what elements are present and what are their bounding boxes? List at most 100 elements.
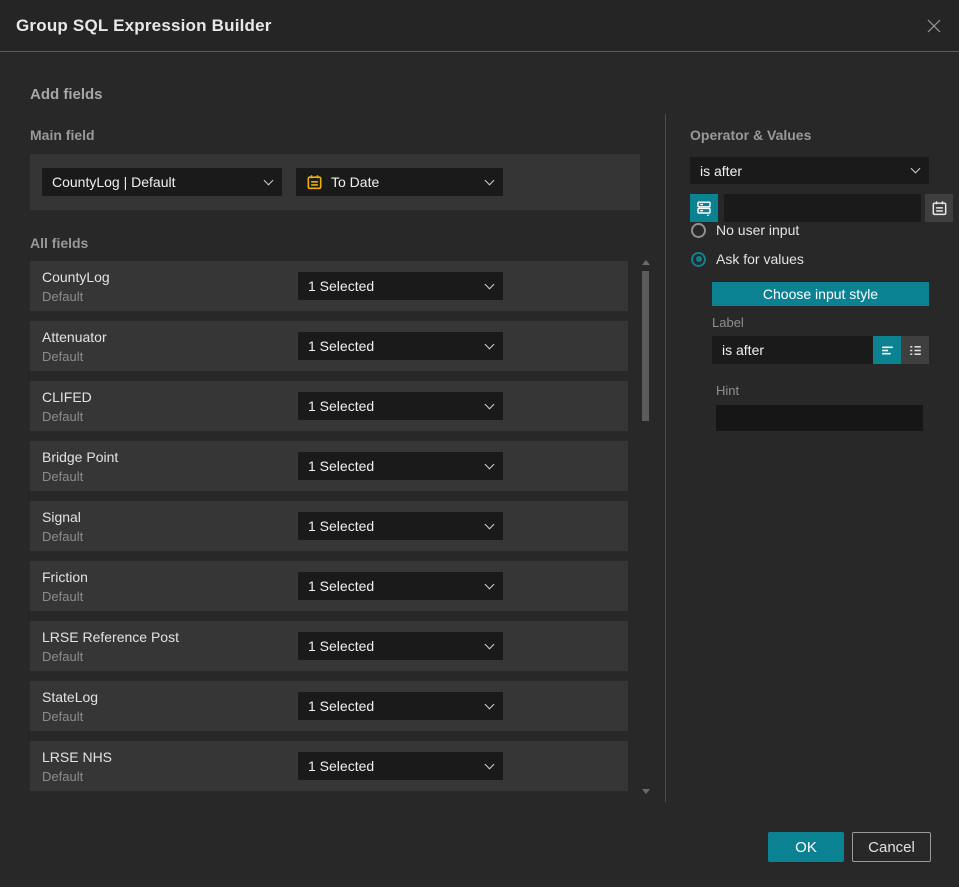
scroll-up-arrow-icon[interactable] (642, 260, 650, 265)
all-fields-label: All fields (30, 235, 89, 251)
field-selection-select[interactable]: 1 Selected (298, 632, 503, 660)
field-row: CLIFED Default 1 Selected (30, 381, 628, 431)
label-field-label: Label (712, 315, 744, 330)
operator-values-panel: Operator & Values is after No user input… (690, 120, 953, 431)
field-selection-select[interactable]: 1 Selected (298, 752, 503, 780)
field-selection-value: 1 Selected (308, 338, 375, 354)
field-row: Bridge Point Default 1 Selected (30, 441, 628, 491)
input-style-list-button[interactable] (901, 336, 929, 364)
field-row: Signal Default 1 Selected (30, 501, 628, 551)
field-name: StateLog (42, 689, 99, 705)
field-selection-select[interactable]: 1 Selected (298, 272, 503, 300)
chevron-down-icon (484, 519, 495, 529)
main-field-select-value: CountyLog | Default (52, 174, 176, 190)
choose-input-style-button[interactable]: Choose input style (712, 282, 929, 306)
field-name: Bridge Point (42, 449, 119, 465)
field-source: Default (42, 469, 84, 484)
operator-select-value: is after (700, 162, 743, 179)
ok-button[interactable]: OK (768, 832, 844, 862)
radio-label: Ask for values (716, 251, 804, 267)
field-name: LRSE NHS (42, 749, 113, 765)
radio-button-icon[interactable] (691, 251, 706, 267)
chevron-down-icon (484, 579, 495, 589)
date-option-select-value: To Date (331, 174, 380, 190)
group-sql-expression-builder-dialog: Group SQL Expression Builder Add fields … (0, 0, 959, 887)
field-source: Default (42, 649, 84, 664)
cancel-button[interactable]: Cancel (852, 832, 931, 862)
value-input[interactable] (724, 194, 921, 222)
radio-no-user-input[interactable]: No user input (691, 222, 929, 238)
dialog-header: Group SQL Expression Builder (0, 0, 959, 52)
chevron-down-icon (484, 759, 495, 769)
chevron-down-icon (484, 279, 495, 289)
field-name: CLIFED (42, 389, 92, 405)
list-scrollbar[interactable] (640, 258, 652, 798)
chevron-down-icon (484, 639, 495, 649)
date-option-select[interactable]: To Date (296, 168, 503, 196)
field-source: Default (42, 769, 84, 784)
close-button[interactable] (925, 17, 943, 35)
field-selection-value: 1 Selected (308, 458, 375, 474)
date-picker-button[interactable] (925, 194, 953, 222)
hint-field-label: Hint (716, 383, 740, 398)
field-name: LRSE Reference Post (42, 629, 179, 645)
chevron-down-icon (263, 175, 274, 185)
field-name: Friction (42, 569, 88, 585)
field-source: Default (42, 709, 84, 724)
field-row: StateLog Default 1 Selected (30, 681, 628, 731)
field-selection-value: 1 Selected (308, 278, 375, 294)
add-fields-heading: Add fields (30, 86, 103, 103)
field-selection-select[interactable]: 1 Selected (298, 572, 503, 600)
align-left-icon (881, 346, 893, 354)
field-selection-value: 1 Selected (308, 398, 375, 414)
value-type-button[interactable] (690, 194, 718, 222)
chevron-down-icon (484, 699, 495, 709)
list-icon (909, 345, 921, 355)
close-icon (927, 19, 941, 32)
field-selection-select[interactable]: 1 Selected (298, 392, 503, 420)
chevron-down-icon (484, 175, 495, 185)
main-field-select[interactable]: CountyLog | Default (42, 168, 282, 196)
field-name: CountyLog (42, 269, 110, 285)
field-source: Default (42, 349, 84, 364)
scroll-down-arrow-icon[interactable] (642, 789, 650, 794)
label-input[interactable] (712, 336, 873, 364)
chevron-down-icon (484, 339, 495, 349)
hint-input[interactable] (716, 405, 923, 431)
input-style-text-button[interactable] (873, 336, 901, 364)
field-selection-select[interactable]: 1 Selected (298, 512, 503, 540)
calendar-icon (932, 200, 946, 215)
field-row: Friction Default 1 Selected (30, 561, 628, 611)
chevron-down-icon (910, 163, 921, 174)
field-source: Default (42, 589, 84, 604)
field-row: LRSE NHS Default 1 Selected (30, 741, 628, 791)
radio-ask-for-values[interactable]: Ask for values (691, 251, 929, 267)
dialog-title: Group SQL Expression Builder (16, 15, 272, 35)
calendar-icon (307, 174, 322, 189)
main-field-panel: CountyLog | Default To Date (30, 154, 640, 210)
chevron-down-icon (484, 459, 495, 469)
radio-button-icon[interactable] (691, 222, 706, 238)
scrollbar-thumb[interactable] (642, 271, 649, 421)
radio-label: No user input (716, 222, 800, 238)
field-name: Attenuator (42, 329, 107, 345)
value-row (690, 194, 953, 222)
value-stack-icon (697, 201, 711, 217)
field-row: LRSE Reference Post Default 1 Selected (30, 621, 628, 671)
field-source: Default (42, 529, 84, 544)
field-selection-select[interactable]: 1 Selected (298, 332, 503, 360)
field-selection-value: 1 Selected (308, 758, 375, 774)
field-selection-select[interactable]: 1 Selected (298, 452, 503, 480)
field-selection-value: 1 Selected (308, 518, 375, 534)
operator-select[interactable]: is after (690, 157, 929, 184)
operator-values-heading: Operator & Values (690, 127, 812, 143)
label-input-row (712, 336, 929, 364)
field-selection-select[interactable]: 1 Selected (298, 692, 503, 720)
field-selection-value: 1 Selected (308, 638, 375, 654)
field-row: Attenuator Default 1 Selected (30, 321, 628, 371)
field-source: Default (42, 409, 84, 424)
all-fields-list: CountyLog Default 1 Selected Attenuator … (30, 261, 628, 793)
field-selection-value: 1 Selected (308, 578, 375, 594)
field-selection-value: 1 Selected (308, 698, 375, 714)
field-name: Signal (42, 509, 81, 525)
